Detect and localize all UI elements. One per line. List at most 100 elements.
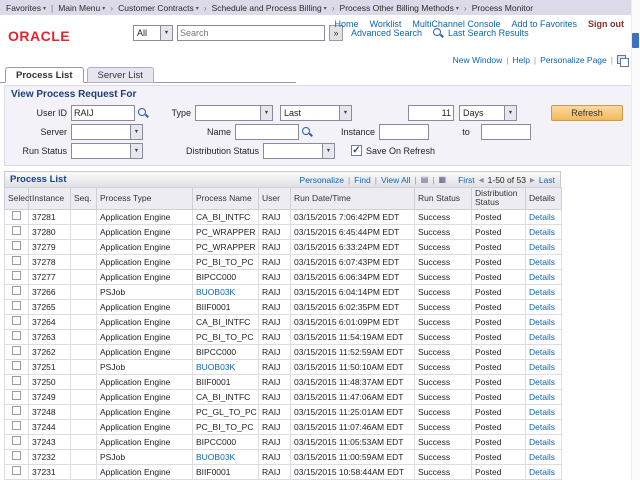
- details-link[interactable]: Details: [529, 407, 555, 417]
- column-header-user[interactable]: User: [259, 188, 291, 210]
- row-checkbox[interactable]: [12, 421, 21, 430]
- details-link[interactable]: Details: [529, 362, 555, 372]
- details-link[interactable]: Details: [529, 257, 555, 267]
- row-checkbox[interactable]: [12, 376, 21, 385]
- column-header-process-type[interactable]: Process Type: [97, 188, 193, 210]
- process-type-cell: Application Engine: [97, 239, 193, 254]
- column-header-seq[interactable]: Seq.: [71, 188, 97, 210]
- run-status-select[interactable]: ▼: [71, 143, 143, 159]
- table-row: 37232PSJobBUOB03KRAIJ03/15/2015 11:00:59…: [5, 449, 562, 464]
- download-to-excel-icon[interactable]: ▦: [439, 175, 447, 184]
- nav-link-worklist[interactable]: Worklist: [370, 19, 402, 29]
- row-checkbox[interactable]: [12, 226, 21, 235]
- breadcrumb-item-main-menu[interactable]: Main Menu▾: [58, 3, 105, 13]
- column-header-instance[interactable]: Instance: [29, 188, 71, 210]
- pager-next-icon[interactable]: ▶: [530, 176, 535, 184]
- name-input[interactable]: [235, 124, 299, 140]
- search-input[interactable]: [177, 25, 325, 41]
- row-checkbox[interactable]: [12, 241, 21, 250]
- row-checkbox[interactable]: [12, 361, 21, 370]
- process-name-link[interactable]: BUOB03K: [196, 362, 235, 372]
- user-id-lookup-icon[interactable]: [137, 107, 149, 119]
- page-link-new-window[interactable]: New Window: [453, 55, 503, 65]
- details-link[interactable]: Details: [529, 377, 555, 387]
- row-checkbox[interactable]: [12, 271, 21, 280]
- server-select[interactable]: ▼: [71, 124, 143, 140]
- row-checkbox[interactable]: [12, 346, 21, 355]
- column-header-process-name[interactable]: Process Name: [193, 188, 259, 210]
- column-header-details[interactable]: Details: [526, 188, 562, 210]
- days-count-input[interactable]: [408, 105, 454, 121]
- column-header-run-date-time[interactable]: Run Date/Time: [291, 188, 415, 210]
- breadcrumb-item-process-monitor[interactable]: Process Monitor: [472, 3, 533, 13]
- refresh-button[interactable]: Refresh: [551, 105, 623, 121]
- nav-link-sign-out[interactable]: Sign out: [588, 19, 624, 29]
- instance-to-input[interactable]: [481, 124, 531, 140]
- nav-link-home[interactable]: Home: [335, 19, 359, 29]
- process-name-link[interactable]: BUOB03K: [196, 287, 235, 297]
- details-link[interactable]: Details: [529, 467, 555, 477]
- details-link[interactable]: Details: [529, 332, 555, 342]
- row-checkbox[interactable]: [12, 286, 21, 295]
- row-checkbox[interactable]: [12, 316, 21, 325]
- row-checkbox[interactable]: [12, 391, 21, 400]
- details-link[interactable]: Details: [529, 437, 555, 447]
- breadcrumb-item-customer-contracts[interactable]: Customer Contracts▾: [118, 3, 199, 13]
- type-select[interactable]: ▼: [195, 105, 273, 121]
- find-link[interactable]: Find: [354, 175, 371, 185]
- row-checkbox[interactable]: [12, 331, 21, 340]
- distribution-status-cell: Posted: [472, 269, 526, 284]
- row-checkbox[interactable]: [12, 211, 21, 220]
- details-link[interactable]: Details: [529, 287, 555, 297]
- row-checkbox[interactable]: [12, 406, 21, 415]
- details-link[interactable]: Details: [529, 212, 555, 222]
- nav-link-add-to-favorites[interactable]: Add to Favorites: [511, 19, 577, 29]
- row-checkbox[interactable]: [12, 451, 21, 460]
- details-link[interactable]: Details: [529, 452, 555, 462]
- process-name-link[interactable]: BUOB03K: [196, 452, 235, 462]
- copy-url-icon[interactable]: [617, 55, 626, 64]
- instance-from-input[interactable]: [379, 124, 429, 140]
- row-checkbox[interactable]: [12, 436, 21, 445]
- select-cell: [5, 284, 29, 299]
- breadcrumb-item-schedule-and-process-billing[interactable]: Schedule and Process Billing▾: [212, 3, 327, 13]
- tab-process-list[interactable]: Process List: [5, 67, 84, 83]
- details-link[interactable]: Details: [529, 242, 555, 252]
- row-checkbox[interactable]: [12, 301, 21, 310]
- view-all-link[interactable]: View All: [381, 175, 411, 185]
- run-status-cell: Success: [415, 389, 472, 404]
- scrollbar-thumb[interactable]: [632, 33, 639, 48]
- days-unit-select[interactable]: Days ▼: [459, 105, 517, 121]
- details-link[interactable]: Details: [529, 347, 555, 357]
- pager-first-link[interactable]: First: [458, 175, 475, 185]
- user-id-input[interactable]: [71, 105, 135, 121]
- tab-server-list[interactable]: Server List: [87, 67, 154, 83]
- breadcrumb-item-process-other-billing-methods[interactable]: Process Other Billing Methods▾: [340, 3, 459, 13]
- pager-last-link[interactable]: Last: [539, 175, 555, 185]
- nav-link-multichannel-console[interactable]: MultiChannel Console: [412, 19, 500, 29]
- save-on-refresh-checkbox[interactable]: ✓: [351, 145, 362, 156]
- personalize-link[interactable]: Personalize: [300, 175, 344, 185]
- zoom-grid-icon[interactable]: ▤: [421, 175, 429, 184]
- column-header-select[interactable]: Select: [5, 188, 29, 210]
- column-header-run-status[interactable]: Run Status: [415, 188, 472, 210]
- last-search-results-link[interactable]: Last Search Results: [448, 28, 529, 38]
- details-link[interactable]: Details: [529, 392, 555, 402]
- details-link[interactable]: Details: [529, 422, 555, 432]
- distribution-status-select[interactable]: ▼: [263, 143, 335, 159]
- pager-prev-icon[interactable]: ◀: [479, 176, 484, 184]
- details-link[interactable]: Details: [529, 272, 555, 282]
- details-link[interactable]: Details: [529, 317, 555, 327]
- breadcrumb-item-favorites[interactable]: Favorites▾: [6, 3, 46, 13]
- page-link-help[interactable]: Help: [512, 55, 529, 65]
- search-scope-select[interactable]: All ▼: [133, 25, 173, 41]
- page-link-personalize-page[interactable]: Personalize Page: [540, 55, 607, 65]
- name-lookup-icon[interactable]: [301, 126, 313, 138]
- advanced-search-link[interactable]: Advanced Search: [351, 28, 422, 38]
- column-header-distribution-status[interactable]: Distribution Status: [472, 188, 526, 210]
- row-checkbox[interactable]: [12, 466, 21, 475]
- details-link[interactable]: Details: [529, 227, 555, 237]
- details-link[interactable]: Details: [529, 302, 555, 312]
- last-select[interactable]: Last ▼: [280, 105, 352, 121]
- row-checkbox[interactable]: [12, 256, 21, 265]
